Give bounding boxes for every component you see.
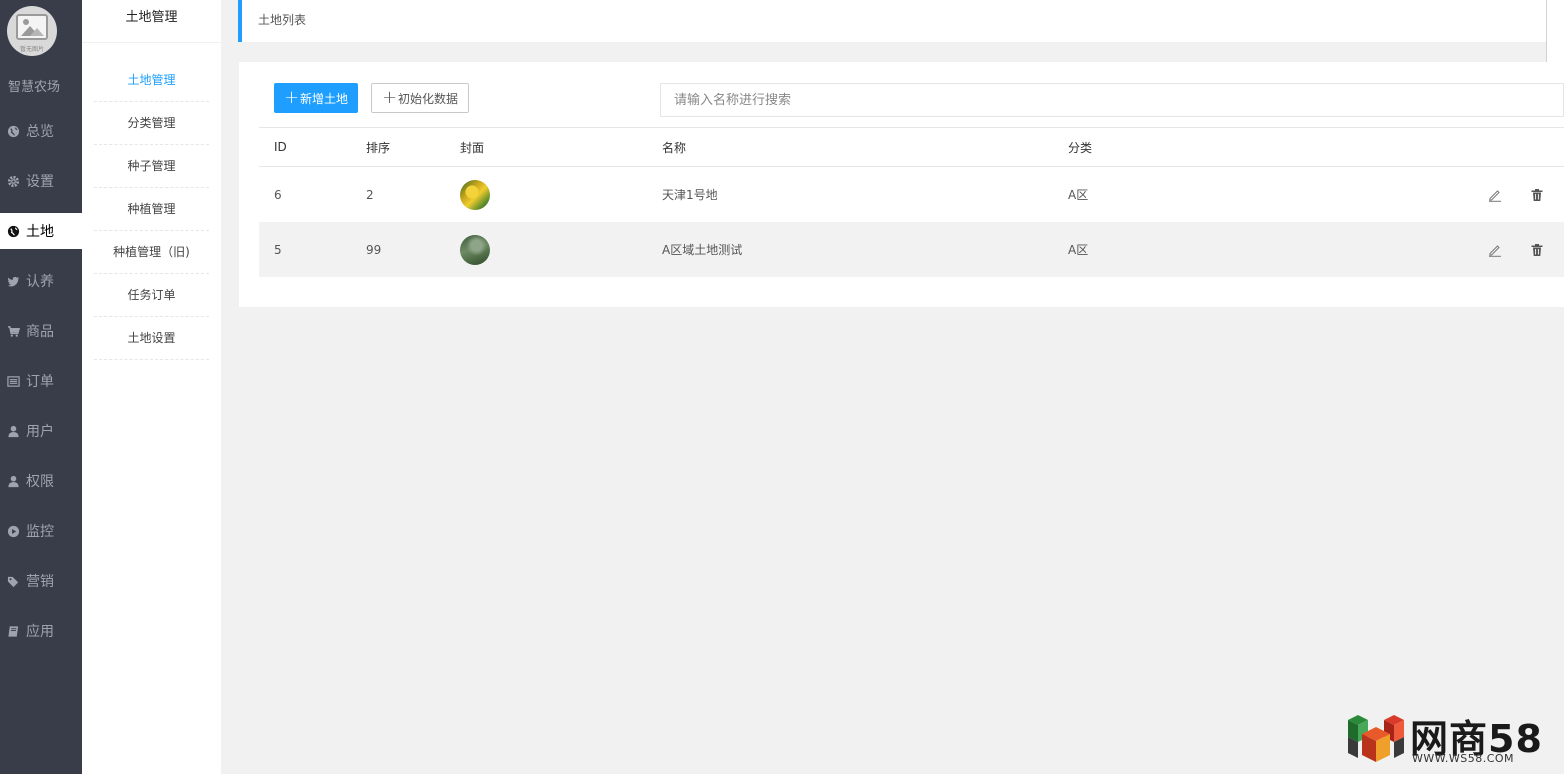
init-data-label: 初始化数据	[398, 91, 459, 106]
sub-item-land-management[interactable]: 土地管理	[94, 59, 209, 102]
nav-label: 应用	[26, 624, 54, 640]
sub-item-land-settings[interactable]: 土地设置	[94, 317, 209, 360]
edit-icon[interactable]	[1488, 222, 1502, 277]
delete-icon[interactable]	[1530, 167, 1544, 222]
init-data-button[interactable]: + 初始化数据	[371, 83, 469, 113]
cover-thumbnail-field	[460, 234, 490, 265]
delete-icon[interactable]	[1530, 222, 1544, 277]
edit-icon[interactable]	[1488, 167, 1502, 222]
nav-label: 订单	[26, 374, 54, 390]
nav-label: 监控	[26, 524, 54, 540]
sub-menu: 土地管理 土地管理 分类管理 种子管理 种植管理 种植管理（旧) 任务订单 土地…	[82, 0, 221, 774]
tags-icon	[6, 574, 20, 588]
cover-thumbnail-corn	[460, 179, 490, 210]
sub-item-seed-management[interactable]: 种子管理	[94, 145, 209, 188]
side-panel-edge	[1546, 0, 1564, 66]
watermark-url: WWW.WS58.COM	[1412, 752, 1515, 765]
nav-item-land[interactable]: 土地	[0, 213, 82, 249]
nav-label: 商品	[26, 324, 54, 340]
globe-icon	[6, 224, 20, 238]
nav-label: 营销	[26, 574, 54, 590]
nav-label: 土地	[26, 224, 54, 240]
user-icon	[6, 474, 20, 488]
nav-item-goods[interactable]: 商品	[0, 313, 82, 349]
page-title: 土地列表	[258, 13, 307, 27]
cart-icon	[6, 324, 20, 338]
play-circle-icon	[6, 524, 20, 538]
column-header-category: 分类	[1068, 140, 1093, 155]
avatar[interactable]: 暂无图片	[7, 6, 57, 56]
search-input[interactable]	[660, 83, 1564, 117]
cover-image	[460, 222, 490, 277]
nav-item-adopt[interactable]: 认养	[0, 263, 82, 299]
nav-label: 权限	[26, 474, 54, 490]
row-id: 6	[274, 187, 282, 202]
land-list-card: + 新增土地 + 初始化数据 ID 排序 封面 名称 分类 6 2 天津1号地 …	[239, 62, 1564, 307]
nav-label: 认养	[26, 274, 54, 290]
cube-logo-icon	[1348, 715, 1404, 762]
table-row: 5 99 A区域土地测试 A区	[259, 222, 1564, 277]
nav-item-settings[interactable]: 设置	[0, 163, 82, 199]
column-header-id: ID	[274, 140, 287, 154]
sub-item-task-orders[interactable]: 任务订单	[94, 274, 209, 317]
row-category: A区	[1068, 188, 1089, 202]
column-header-sort: 排序	[366, 140, 391, 155]
nav-label: 设置	[26, 174, 54, 190]
twitter-bird-icon	[6, 274, 20, 288]
sub-menu-title: 土地管理	[82, 0, 221, 43]
nav-item-permissions[interactable]: 权限	[0, 463, 82, 499]
user-icon	[6, 424, 20, 438]
sub-item-planting-management-old[interactable]: 种植管理（旧)	[94, 231, 209, 274]
sub-item-planting-management[interactable]: 种植管理	[94, 188, 209, 231]
sub-item-category-management[interactable]: 分类管理	[94, 102, 209, 145]
nav-item-users[interactable]: 用户	[0, 413, 82, 449]
nav-item-marketing[interactable]: 营销	[0, 563, 82, 599]
watermark-logo: 网商58 WWW.WS58.COM	[1348, 708, 1558, 770]
main-nav: 暂无图片 智慧农场 总览 设置 土地 认养 商品 订单 用户 权限 监控 营销	[0, 0, 82, 774]
breadcrumb: 土地列表	[238, 0, 1546, 42]
land-table: ID 排序 封面 名称 分类 6 2 天津1号地 A区 5 99 A区域土地测试…	[259, 127, 1564, 277]
add-land-button[interactable]: + 新增土地	[274, 83, 358, 113]
row-category: A区	[1068, 243, 1089, 257]
plus-icon: +	[381, 87, 398, 108]
row-sort: 2	[366, 187, 374, 202]
row-name: A区域土地测试	[662, 243, 743, 257]
globe-icon	[6, 124, 20, 138]
table-header: ID 排序 封面 名称 分类	[259, 127, 1564, 167]
plus-icon: +	[283, 87, 300, 108]
brand-name: 智慧农场	[8, 80, 61, 95]
nav-item-overview[interactable]: 总览	[0, 113, 82, 149]
book-icon	[6, 624, 20, 638]
row-id: 5	[274, 242, 282, 257]
cover-image	[460, 167, 490, 222]
column-header-cover: 封面	[460, 140, 485, 155]
image-placeholder-icon	[16, 14, 48, 40]
avatar-caption: 暂无图片	[19, 46, 44, 53]
table-row: 6 2 天津1号地 A区	[259, 167, 1564, 222]
gear-icon	[6, 174, 20, 188]
nav-item-apps[interactable]: 应用	[0, 613, 82, 649]
add-land-label: 新增土地	[300, 91, 349, 106]
row-name: 天津1号地	[662, 188, 718, 202]
nav-item-monitor[interactable]: 监控	[0, 513, 82, 549]
row-sort: 99	[366, 242, 382, 257]
nav-label: 总览	[26, 124, 54, 140]
column-header-name: 名称	[662, 140, 687, 155]
list-icon	[6, 374, 20, 388]
nav-label: 用户	[26, 424, 54, 440]
nav-item-orders[interactable]: 订单	[0, 363, 82, 399]
